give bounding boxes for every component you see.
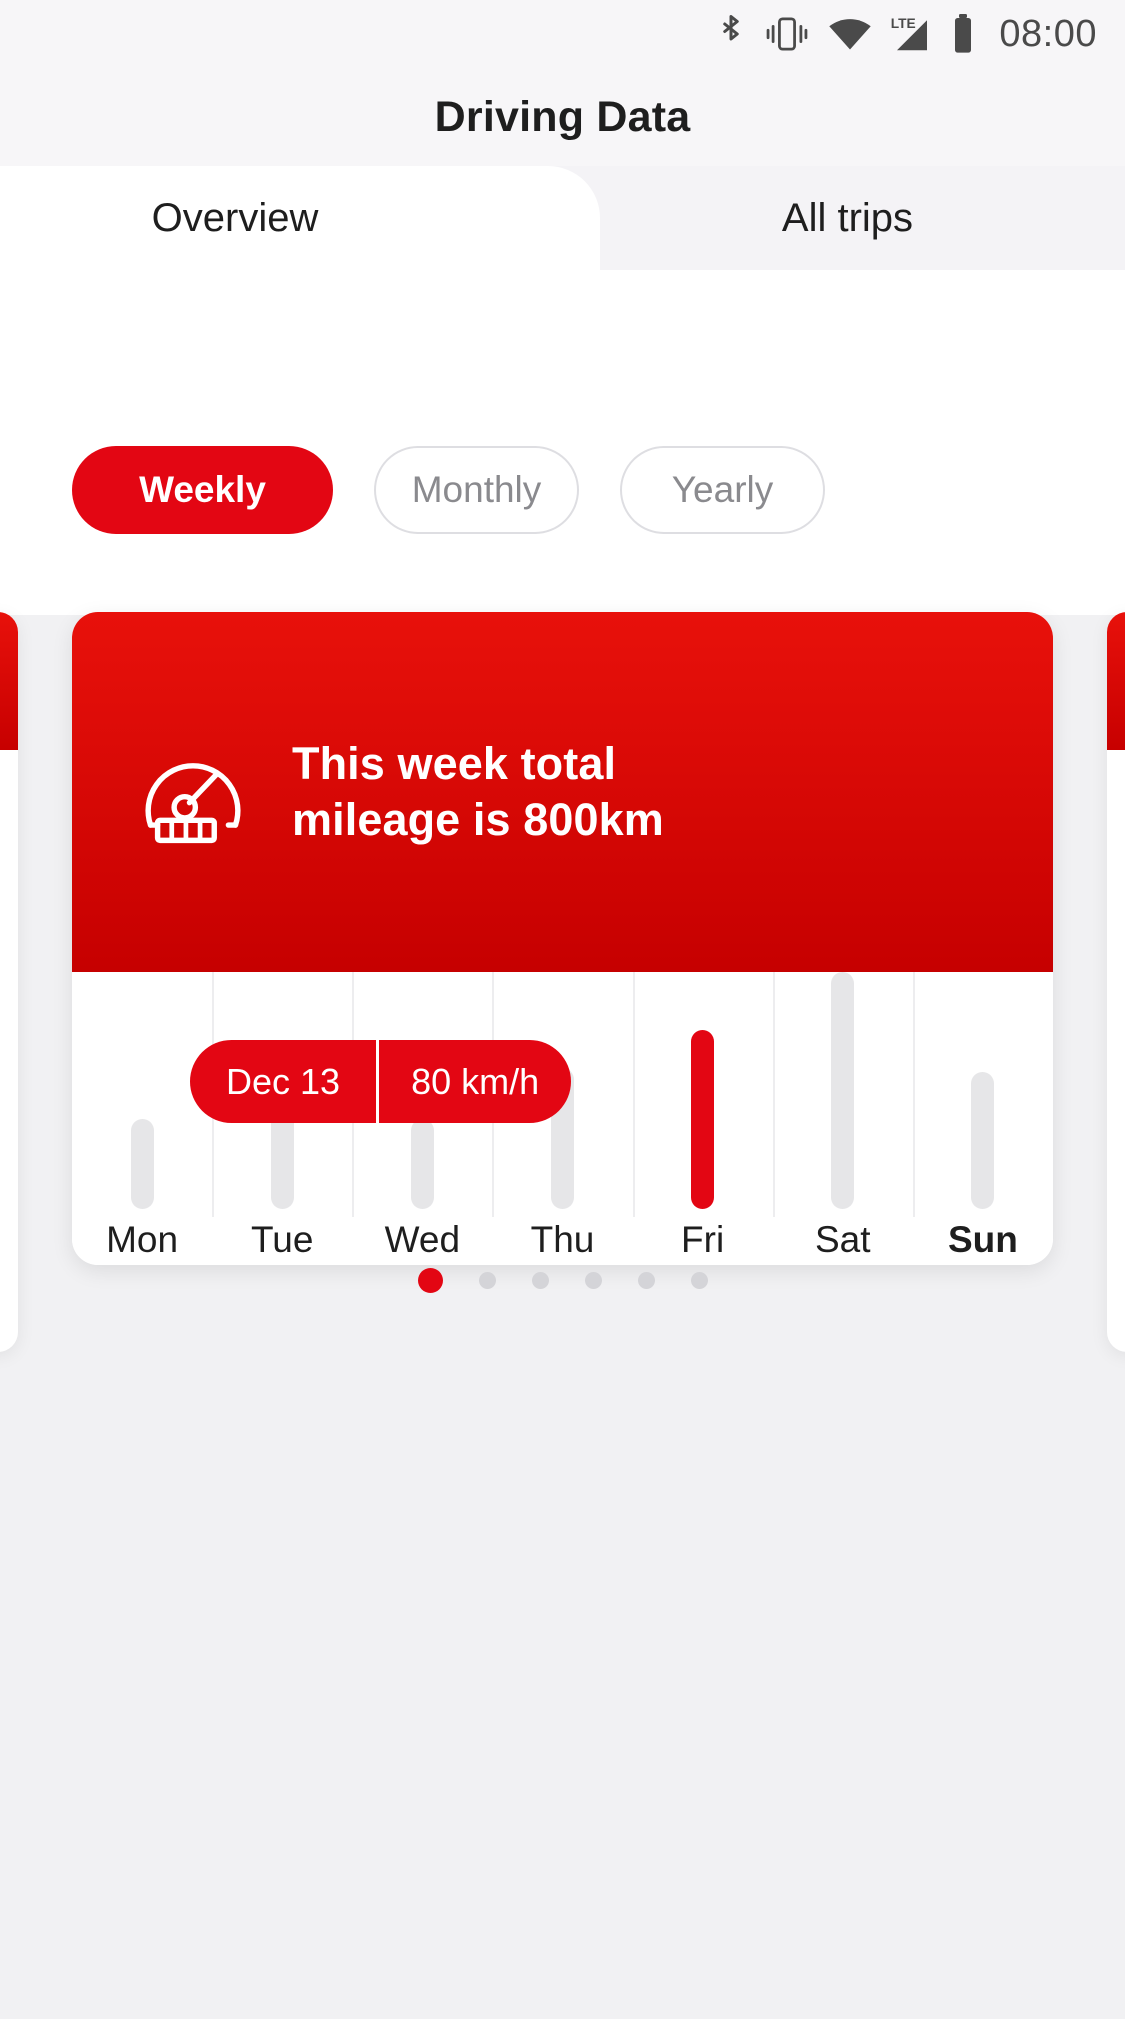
chart-day-label: Sun xyxy=(947,1219,1018,1260)
chart-bar[interactable] xyxy=(410,1119,434,1209)
mileage-summary-card[interactable]: This week total mileage is 800km Week 25… xyxy=(72,612,1053,1265)
filter-yearly[interactable]: Yearly xyxy=(620,446,825,534)
lte-signal-icon: LTE xyxy=(889,14,935,54)
tab-bar: All trips Overview xyxy=(0,166,1125,270)
chart-bar[interactable] xyxy=(130,1119,154,1209)
carousel-dot[interactable] xyxy=(584,1272,602,1289)
chart-gridline xyxy=(632,972,635,1217)
tab-overview[interactable]: Overview xyxy=(0,166,600,270)
chart-day-label: Wed xyxy=(384,1219,461,1260)
tab-overview-label: Overview xyxy=(151,195,319,240)
chart-bar-column[interactable] xyxy=(773,972,913,1217)
filter-monthly[interactable]: Monthly xyxy=(374,446,579,534)
filter-weekly[interactable]: Weekly xyxy=(72,446,333,534)
chart-bar-column[interactable] xyxy=(633,972,773,1217)
period-filter-group: Weekly Monthly Yearly xyxy=(0,445,1125,535)
vibrate-icon xyxy=(763,15,811,53)
chart-day-label: Sat xyxy=(815,1219,871,1260)
chart-bar-column[interactable] xyxy=(913,972,1053,1217)
bluetooth-icon xyxy=(716,14,746,54)
chart-gridline xyxy=(912,972,915,1217)
app-header: Driving Data xyxy=(0,68,1125,166)
filter-monthly-label: Monthly xyxy=(411,469,542,510)
page-title: Driving Data xyxy=(434,92,691,141)
chart-bar[interactable] xyxy=(691,1030,715,1209)
tooltip-date: Dec 13 xyxy=(190,1040,377,1123)
svg-text:LTE: LTE xyxy=(891,16,916,31)
carousel-dot[interactable] xyxy=(531,1272,549,1289)
tab-all-trips-label: All trips xyxy=(781,195,914,240)
chart-tooltip[interactable]: Dec 13 80 km/h xyxy=(190,1040,572,1123)
carousel-dot[interactable] xyxy=(637,1272,655,1289)
speedometer-icon xyxy=(134,733,252,851)
carousel-peek-card-next-header xyxy=(1107,612,1125,750)
carousel-dot[interactable] xyxy=(478,1272,496,1289)
mileage-headline: This week total mileage is 800km xyxy=(292,736,664,849)
content-panel-top xyxy=(0,270,1125,615)
chart-day-label: Tue xyxy=(251,1219,314,1260)
filter-weekly-label: Weekly xyxy=(139,469,266,510)
chart-gridline xyxy=(772,972,775,1217)
chart-day-label: Mon xyxy=(106,1219,179,1260)
chart-bar[interactable] xyxy=(831,972,855,1209)
mileage-headline-line1: This week total xyxy=(292,737,617,789)
tooltip-speed: 80 km/h xyxy=(379,1040,572,1123)
battery-icon xyxy=(952,14,974,54)
carousel-dot[interactable] xyxy=(690,1272,708,1289)
status-bar-clock: 08:00 xyxy=(999,12,1097,55)
filter-yearly-label: Yearly xyxy=(671,469,774,510)
mileage-headline-line2: mileage is 800km xyxy=(292,794,664,845)
carousel-pagination[interactable] xyxy=(0,1268,1125,1293)
chart-day-label: Fri xyxy=(681,1219,725,1260)
carousel-peek-card-previous-header xyxy=(0,612,18,750)
chart-bar[interactable] xyxy=(971,1072,995,1209)
carousel-dot[interactable] xyxy=(417,1268,443,1293)
mileage-card-header: This week total mileage is 800km xyxy=(72,612,1053,972)
wifi-icon xyxy=(828,17,872,51)
chart-day-label: Thu xyxy=(530,1219,595,1260)
status-bar: LTE 08:00 xyxy=(0,0,1125,68)
